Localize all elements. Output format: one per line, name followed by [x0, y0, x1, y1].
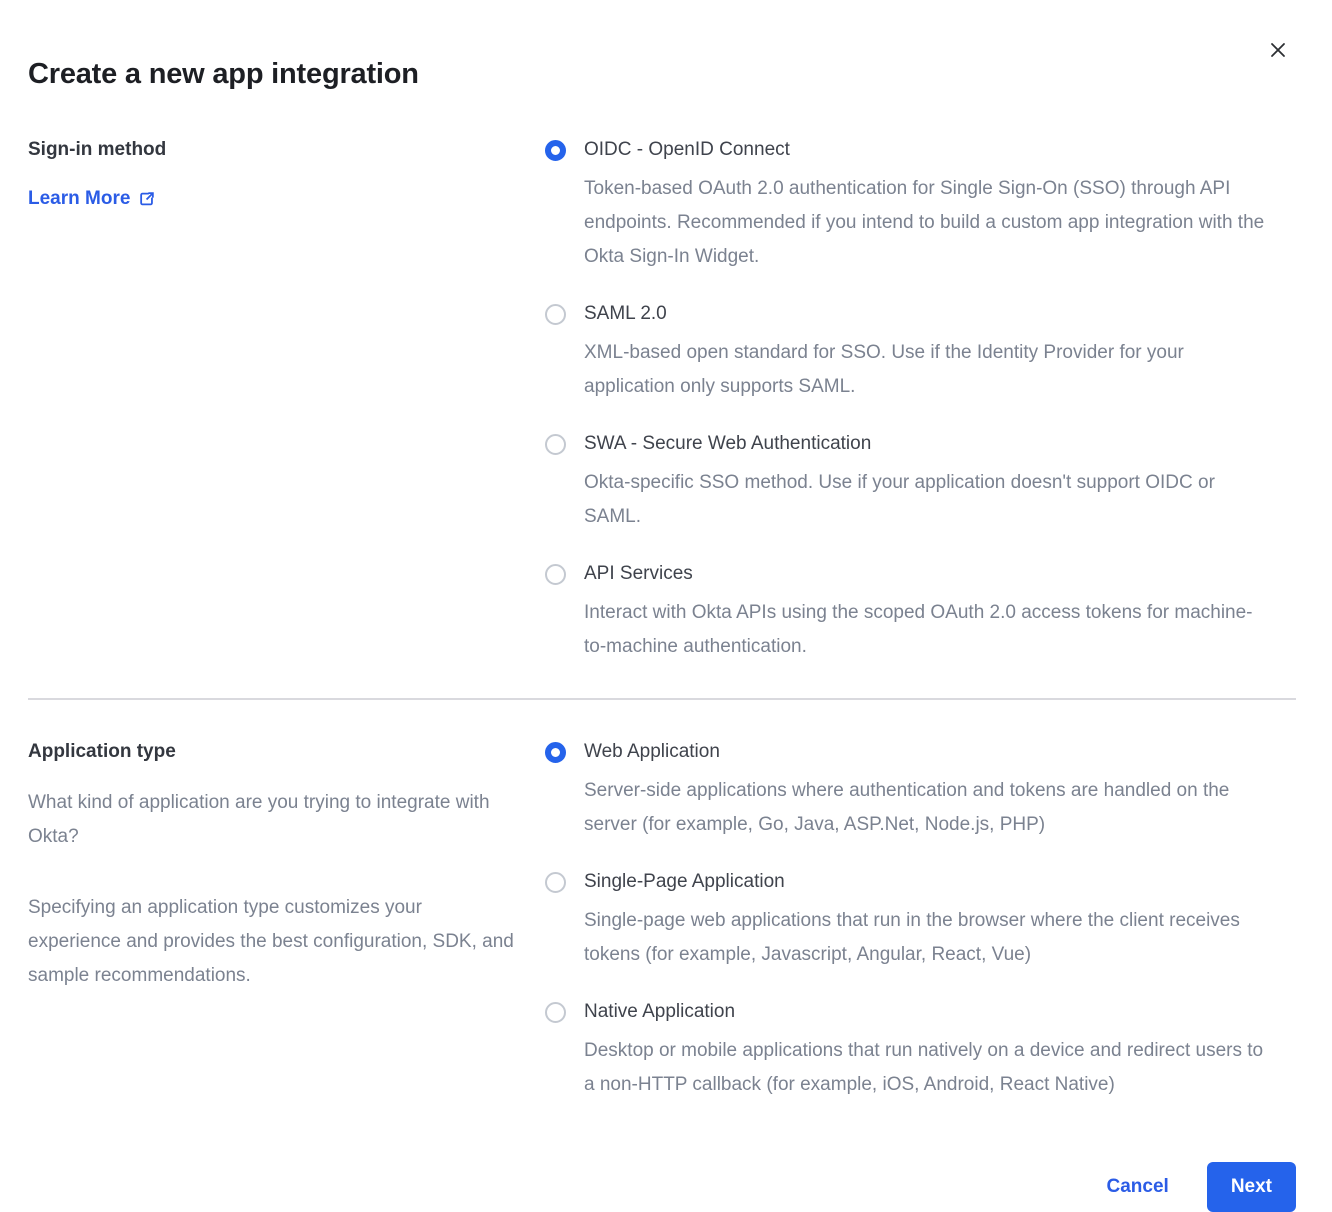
radio-option-native-application[interactable]: Native Application Desktop or mobile app…: [545, 1000, 1270, 1102]
create-app-integration-dialog: Create a new app integration Sign-in met…: [0, 0, 1332, 1210]
application-type-description-1: What kind of application are you trying …: [28, 786, 515, 854]
radio-selected-icon[interactable]: [545, 140, 566, 161]
signin-method-label: Sign-in method: [28, 138, 515, 162]
radio-option-single-page-application[interactable]: Single-Page Application Single-page web …: [545, 870, 1270, 972]
option-text: SWA - Secure Web Authentication Okta-spe…: [584, 432, 1270, 534]
signin-method-left-column: Sign-in method Learn More: [28, 138, 545, 664]
learn-more-link[interactable]: Learn More: [28, 188, 156, 210]
radio-unselected-icon[interactable]: [545, 434, 566, 455]
close-button[interactable]: [1264, 36, 1292, 64]
option-text: Native Application Desktop or mobile app…: [584, 1000, 1270, 1102]
option-text: Single-Page Application Single-page web …: [584, 870, 1270, 972]
option-text: OIDC - OpenID Connect Token-based OAuth …: [584, 138, 1270, 274]
option-label: SWA - Secure Web Authentication: [584, 432, 1270, 456]
external-link-icon: [138, 190, 156, 208]
radio-unselected-icon[interactable]: [545, 304, 566, 325]
option-label: Web Application: [584, 740, 1270, 764]
option-label: SAML 2.0: [584, 302, 1270, 326]
application-type-description-2: Specifying an application type customize…: [28, 891, 515, 993]
application-type-section: Application type What kind of applicatio…: [28, 740, 1296, 1102]
option-description: Interact with Okta APIs using the scoped…: [584, 596, 1270, 664]
option-text: Web Application Server-side applications…: [584, 740, 1270, 842]
application-type-options: Web Application Server-side applications…: [545, 740, 1270, 1102]
radio-option-oidc[interactable]: OIDC - OpenID Connect Token-based OAuth …: [545, 138, 1270, 274]
close-icon: [1269, 41, 1287, 59]
signin-method-options: OIDC - OpenID Connect Token-based OAuth …: [545, 138, 1270, 664]
option-label: API Services: [584, 562, 1270, 586]
radio-option-api-services[interactable]: API Services Interact with Okta APIs usi…: [545, 562, 1270, 664]
radio-unselected-icon[interactable]: [545, 1002, 566, 1023]
radio-unselected-icon[interactable]: [545, 872, 566, 893]
option-description: Server-side applications where authentic…: [584, 774, 1270, 842]
dialog-footer: Cancel Next: [28, 1162, 1296, 1212]
option-description: Token-based OAuth 2.0 authentication for…: [584, 172, 1270, 274]
signin-method-section: Sign-in method Learn More OIDC - OpenID …: [28, 138, 1296, 664]
option-label: OIDC - OpenID Connect: [584, 138, 1270, 162]
radio-option-saml[interactable]: SAML 2.0 XML-based open standard for SSO…: [545, 302, 1270, 404]
radio-option-web-application[interactable]: Web Application Server-side applications…: [545, 740, 1270, 842]
cancel-button[interactable]: Cancel: [1107, 1176, 1169, 1198]
option-label: Single-Page Application: [584, 870, 1270, 894]
option-description: Single-page web applications that run in…: [584, 904, 1270, 972]
section-divider: [28, 698, 1296, 700]
option-description: XML-based open standard for SSO. Use if …: [584, 336, 1270, 404]
option-text: SAML 2.0 XML-based open standard for SSO…: [584, 302, 1270, 404]
application-type-label: Application type: [28, 740, 515, 764]
option-description: Desktop or mobile applications that run …: [584, 1034, 1270, 1102]
application-type-left-column: Application type What kind of applicatio…: [28, 740, 545, 1102]
option-description: Okta-specific SSO method. Use if your ap…: [584, 466, 1270, 534]
radio-unselected-icon[interactable]: [545, 564, 566, 585]
dialog-title: Create a new app integration: [28, 0, 1296, 91]
learn-more-label: Learn More: [28, 188, 130, 210]
option-text: API Services Interact with Okta APIs usi…: [584, 562, 1270, 664]
next-button[interactable]: Next: [1207, 1162, 1296, 1212]
radio-selected-icon[interactable]: [545, 742, 566, 763]
radio-option-swa[interactable]: SWA - Secure Web Authentication Okta-spe…: [545, 432, 1270, 534]
option-label: Native Application: [584, 1000, 1270, 1024]
